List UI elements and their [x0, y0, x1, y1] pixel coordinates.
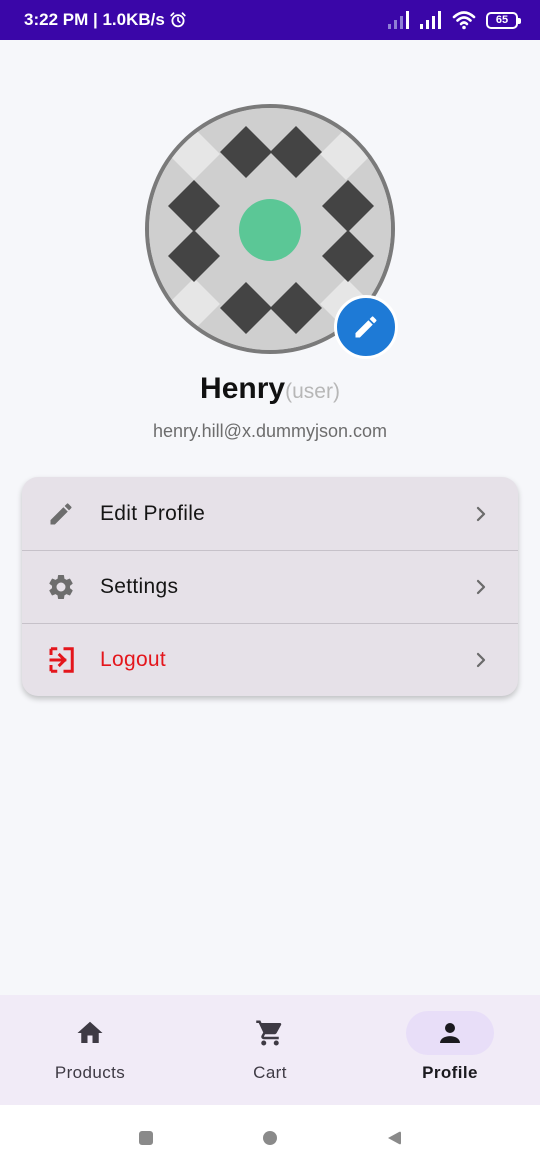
user-role: (user) — [285, 380, 340, 403]
chevron-right-icon — [476, 506, 486, 521]
logout-icon — [46, 645, 76, 675]
nav-pill — [46, 1011, 134, 1055]
chevron-right-icon — [476, 652, 486, 668]
recents-button[interactable] — [84, 1105, 208, 1170]
pencil-icon — [46, 499, 76, 529]
person-icon — [440, 1023, 460, 1043]
home-button[interactable] — [208, 1105, 332, 1170]
menu-item-edit-profile[interactable]: Edit Profile — [22, 477, 518, 550]
menu-item-settings[interactable]: Settings — [22, 550, 518, 623]
avatar-container — [145, 104, 398, 359]
pencil-icon — [355, 316, 377, 338]
alarm-icon — [170, 12, 186, 28]
user-name-line: Henry(user) — [0, 368, 540, 413]
menu-item-label: Logout — [100, 648, 167, 671]
menu-item-label: Settings — [100, 575, 179, 598]
battery-level: 65 — [495, 13, 509, 26]
back-button[interactable] — [332, 1105, 456, 1170]
status-right: 65 — [388, 10, 521, 30]
menu-item-logout[interactable]: Logout — [22, 623, 518, 696]
bottom-nav: Products Cart Profile — [0, 995, 540, 1105]
chevron-right-icon — [476, 579, 486, 595]
nav-label: Cart — [253, 1063, 287, 1082]
nav-item-profile[interactable]: Profile — [360, 995, 540, 1105]
home-circle-icon — [263, 1130, 277, 1145]
recents-icon — [139, 1130, 153, 1145]
wifi-icon — [452, 11, 476, 30]
status-bar: 3:22 PM | 1.0KB/s 65 — [0, 0, 540, 40]
signal-icon — [420, 11, 441, 29]
edit-avatar-button[interactable] — [334, 295, 398, 359]
user-name: Henry — [200, 372, 286, 405]
home-icon — [77, 1021, 103, 1043]
nav-item-cart[interactable]: Cart — [180, 995, 360, 1105]
profile-menu: Edit Profile Settings Logout — [22, 477, 518, 696]
status-left: 3:22 PM | 1.0KB/s — [24, 10, 187, 30]
nav-label: Products — [54, 1063, 126, 1082]
battery-icon: 65 — [486, 11, 521, 29]
nav-pill — [226, 1011, 314, 1055]
nav-pill-active — [406, 1011, 494, 1055]
status-time-speed: 3:22 PM | 1.0KB/s — [24, 10, 165, 29]
cart-icon — [256, 1020, 282, 1046]
system-nav-bar — [0, 1105, 540, 1170]
nav-label: Profile — [422, 1063, 478, 1082]
gear-icon — [46, 572, 76, 602]
signal-icon — [388, 11, 409, 29]
menu-item-label: Edit Profile — [100, 501, 206, 525]
nav-item-products[interactable]: Products — [0, 995, 180, 1105]
profile-screen: 3:22 PM | 1.0KB/s 65 Henry(user) henry.h… — [0, 0, 540, 1170]
user-email: henry.hill@x.dummyjson.com — [152, 421, 387, 441]
back-icon — [388, 1131, 401, 1144]
